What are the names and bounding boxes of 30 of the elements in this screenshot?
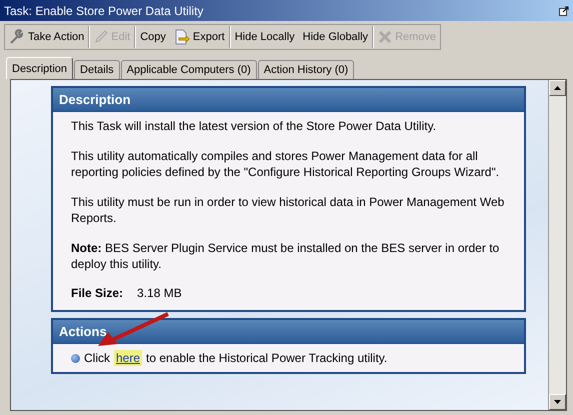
paragraph: This utility automatically compiles and stores Power Management data for all reporting policies defined by the "Configure Historical Reporting Groups Wizard".	[71, 148, 500, 180]
panel-heading: Description	[53, 88, 524, 112]
scroll-up-icon[interactable]	[549, 80, 566, 96]
pencil-icon	[94, 30, 108, 44]
action-link[interactable]: here	[114, 350, 142, 366]
toolbar-button[interactable]: Export	[170, 26, 229, 48]
action-text: to enable the Historical Power Tracking utility.	[146, 350, 388, 366]
toolbar-button[interactable]: Take Action	[5, 26, 88, 48]
panel-heading: Actions	[53, 320, 524, 344]
tab[interactable]: Description	[6, 57, 74, 79]
window-title: Task: Enable Store Power Data Utility	[4, 4, 204, 18]
close-icon	[378, 30, 392, 44]
paragraph: Note: BES Server Plugin Service must be installed on the BES server in order to deploy this utility.	[71, 240, 500, 272]
wrench-icon	[9, 29, 25, 45]
paragraph: This utility must be run in order to view historical data in Power Management Web Reports.	[71, 194, 506, 226]
toolbar-button[interactable]: Hide Locally	[230, 26, 299, 48]
scroll-down-icon[interactable]	[549, 394, 566, 410]
bullet-icon	[71, 354, 80, 362]
toolbar-button[interactable]: Copy	[136, 26, 170, 48]
tab[interactable]: Applicable Computers (0)	[120, 60, 257, 79]
popout-icon[interactable]	[559, 6, 569, 16]
action-text: Click	[84, 350, 110, 366]
tab[interactable]: Action History (0)	[258, 60, 354, 79]
export-icon	[174, 29, 190, 45]
scrollbar[interactable]	[548, 80, 566, 410]
toolbar-button[interactable]: Hide Globally	[298, 26, 372, 48]
paragraph: This Task will install the latest version of the Store Power Data Utility.	[71, 118, 438, 134]
file-size-value: 3.18 MB	[137, 286, 182, 300]
tab[interactable]: Details	[74, 60, 120, 79]
file-size-label: File Size:	[71, 286, 124, 300]
